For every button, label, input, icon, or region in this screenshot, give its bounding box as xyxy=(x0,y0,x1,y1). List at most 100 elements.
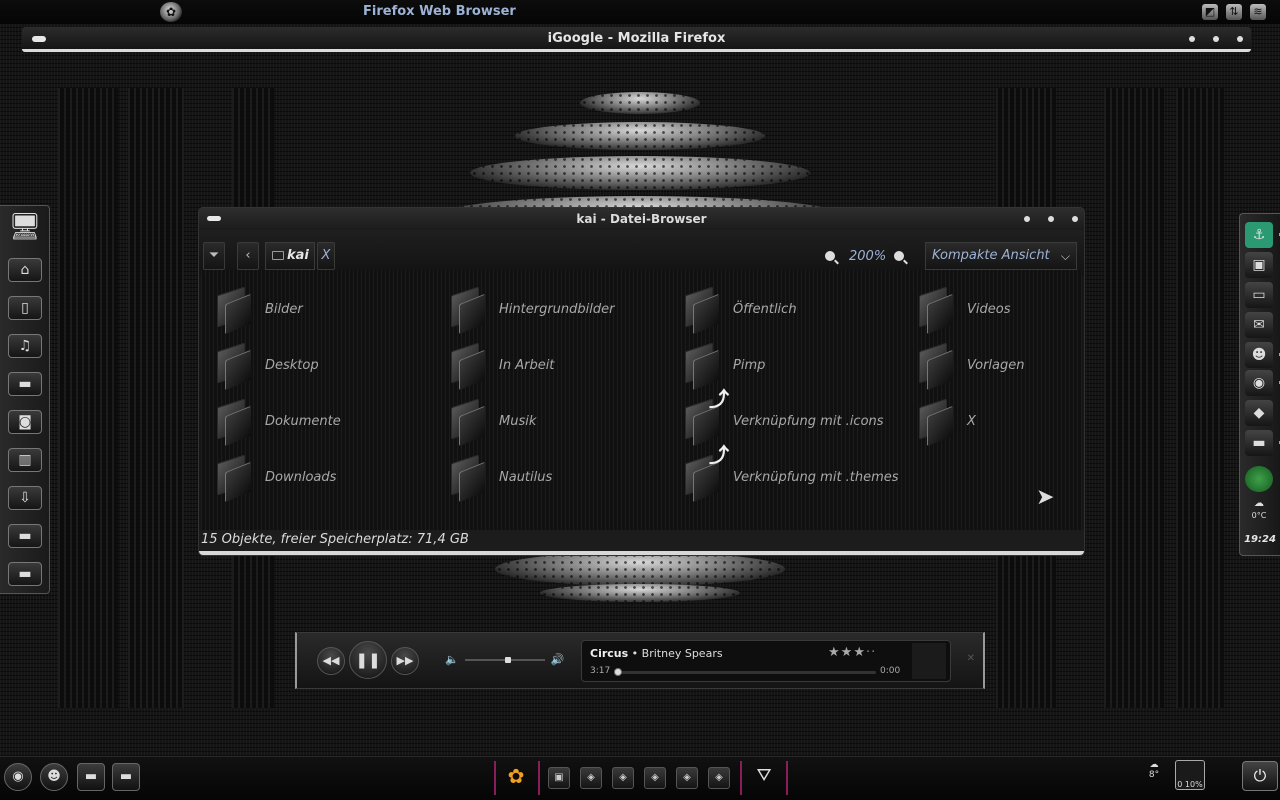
file-item[interactable]: Pimp xyxy=(681,342,765,391)
clock[interactable]: 19:24 xyxy=(1240,534,1280,545)
file-item[interactable]: Musik xyxy=(447,398,536,447)
drive-icon[interactable]: ▬ xyxy=(8,562,42,586)
star-icon[interactable]: ★ xyxy=(828,645,841,660)
star-icon[interactable]: · xyxy=(871,645,876,660)
camera-icon[interactable]: ◙ xyxy=(8,410,42,434)
location-crumb[interactable]: kai xyxy=(265,242,315,270)
file-item[interactable]: Dokumente xyxy=(213,398,341,447)
music-icon[interactable]: ♫ xyxy=(8,334,42,358)
power-icon[interactable]: ⏻ xyxy=(1242,761,1278,791)
drive-icon[interactable]: ▬ xyxy=(1245,430,1273,456)
star-icon[interactable]: ★ xyxy=(841,645,854,660)
progress-knob[interactable] xyxy=(614,668,622,676)
anchor-icon[interactable]: ⚓ xyxy=(1245,222,1273,248)
close-button[interactable] xyxy=(1072,216,1078,222)
symlink-arrow-icon: ⤴ xyxy=(709,443,729,467)
rating-stars[interactable]: ★★★·· xyxy=(828,645,876,660)
file-item-label: Hintergrundbilder xyxy=(499,301,615,317)
pause-button[interactable]: ❚❚ xyxy=(349,641,387,679)
desktop-icon[interactable]: 🖥 xyxy=(8,214,42,246)
workspace-icon[interactable]: ◈ xyxy=(612,767,634,789)
progress-bar[interactable] xyxy=(614,668,876,676)
close-button[interactable] xyxy=(1237,36,1243,42)
file-item[interactable]: Nautilus xyxy=(447,454,552,503)
drive-icon[interactable]: ▬ xyxy=(8,372,42,396)
mail-icon[interactable]: ✉ xyxy=(1245,312,1273,338)
file-item-label: Vorlagen xyxy=(967,357,1025,373)
drive-icon[interactable]: ▬ xyxy=(77,763,105,791)
file-item[interactable]: ⤴ Verknüpfung mit .themes xyxy=(681,443,899,503)
file-item[interactable]: Vorlagen xyxy=(915,342,1025,391)
menu-dropdown-button[interactable]: ⏷ xyxy=(203,242,225,270)
workspace-icon[interactable]: ◈ xyxy=(644,767,666,789)
file-item-label: X xyxy=(967,413,976,429)
terminal-icon[interactable]: ▭ xyxy=(1245,282,1273,308)
file-browser-titlebar[interactable]: kai - Datei-Browser xyxy=(199,208,1084,230)
zoom-in-icon[interactable] xyxy=(894,251,905,261)
star-icon[interactable]: ★ xyxy=(853,645,866,660)
symlink-arrow-icon: ⤴ xyxy=(709,387,729,411)
file-item[interactable]: Öffentlich xyxy=(681,286,797,335)
file-item[interactable]: ⤴ Verknüpfung mit .icons xyxy=(681,387,884,447)
system-monitor[interactable]: 0 10% xyxy=(1175,760,1205,790)
volume-low-icon: 🔈 xyxy=(445,653,459,666)
firefox-window-titlebar[interactable]: iGoogle - Mozilla Firefox xyxy=(22,27,1251,52)
firefox-icon[interactable]: ◉ xyxy=(1245,370,1273,396)
close-location-button[interactable]: X xyxy=(317,242,335,270)
film-icon[interactable]: ▥ xyxy=(8,448,42,472)
file-item[interactable]: X xyxy=(915,398,976,447)
firefox-icon[interactable]: ◉ xyxy=(4,763,32,791)
workspace-icon[interactable]: ◈ xyxy=(676,767,698,789)
folder-icon xyxy=(915,342,957,391)
screen-icon[interactable]: ▣ xyxy=(548,767,570,789)
volume-slider[interactable] xyxy=(464,656,545,663)
file-item[interactable]: Downloads xyxy=(213,454,337,503)
network-icon[interactable]: ⇅ xyxy=(1226,4,1242,20)
home-icon[interactable]: ⌂ xyxy=(8,258,42,282)
home-folder-icon xyxy=(272,251,284,260)
location-label: kai xyxy=(287,248,309,263)
file-item[interactable]: In Arbeit xyxy=(447,342,554,391)
previous-button[interactable]: ◀◀ xyxy=(317,647,345,675)
back-button[interactable]: ‹ xyxy=(237,242,259,270)
zoom-out-icon[interactable] xyxy=(825,251,835,261)
drive-icon[interactable]: ▬ xyxy=(8,524,42,548)
close-icon[interactable]: ✕ xyxy=(967,653,975,664)
gnome-foot-icon[interactable]: ✿ xyxy=(160,2,182,22)
maximize-button[interactable] xyxy=(1213,36,1219,42)
volume-high-icon: 🔊 xyxy=(550,653,565,666)
volume-knob[interactable] xyxy=(505,656,512,663)
file-item[interactable]: Videos xyxy=(915,286,1010,335)
file-item[interactable]: Hintergrundbilder xyxy=(447,286,615,335)
minimize-button[interactable] xyxy=(1189,36,1195,42)
wallpaper-pillar xyxy=(58,88,118,708)
weather-icon[interactable]: ☁ 0°C xyxy=(1245,498,1273,524)
pidgin-icon[interactable]: ☻ xyxy=(40,763,68,791)
gnome-foot-icon[interactable]: ✿ xyxy=(502,763,530,791)
screenshot-icon[interactable]: ▣ xyxy=(1245,252,1273,278)
minimize-button[interactable] xyxy=(1024,216,1030,222)
wifi-icon[interactable]: ≋ xyxy=(1250,4,1266,20)
window-list-icon[interactable]: ◩ xyxy=(1202,4,1218,20)
folder-icon xyxy=(213,342,255,391)
folder-icon xyxy=(681,286,723,335)
gem-icon[interactable]: ◆ xyxy=(1245,400,1273,426)
download-icon[interactable]: ⇩ xyxy=(8,486,42,510)
workspace-icon[interactable]: ◈ xyxy=(580,767,602,789)
drive-icon[interactable]: ▬ xyxy=(112,763,140,791)
folder-icon: ⤴ xyxy=(681,443,729,503)
weather-temp: 8° xyxy=(1148,770,1160,780)
file-item-label: Downloads xyxy=(265,469,337,485)
weather-applet[interactable]: ☁ 8° xyxy=(1140,760,1168,790)
workspace-icon[interactable]: ◈ xyxy=(708,767,730,789)
file-item[interactable]: Desktop xyxy=(213,342,319,391)
maximize-button[interactable] xyxy=(1048,216,1054,222)
document-icon[interactable]: ▯ xyxy=(8,296,42,320)
pidgin-icon[interactable]: ☻ xyxy=(1245,342,1273,368)
active-app-title[interactable]: Firefox Web Browser xyxy=(363,4,516,19)
trash-icon[interactable]: ⛛ xyxy=(750,763,778,791)
green-dot-icon[interactable] xyxy=(1245,466,1273,492)
view-mode-select[interactable]: Kompakte Ansicht ⌵ xyxy=(925,242,1077,270)
file-item[interactable]: Bilder xyxy=(213,286,303,335)
next-button[interactable]: ▶▶ xyxy=(391,647,419,675)
